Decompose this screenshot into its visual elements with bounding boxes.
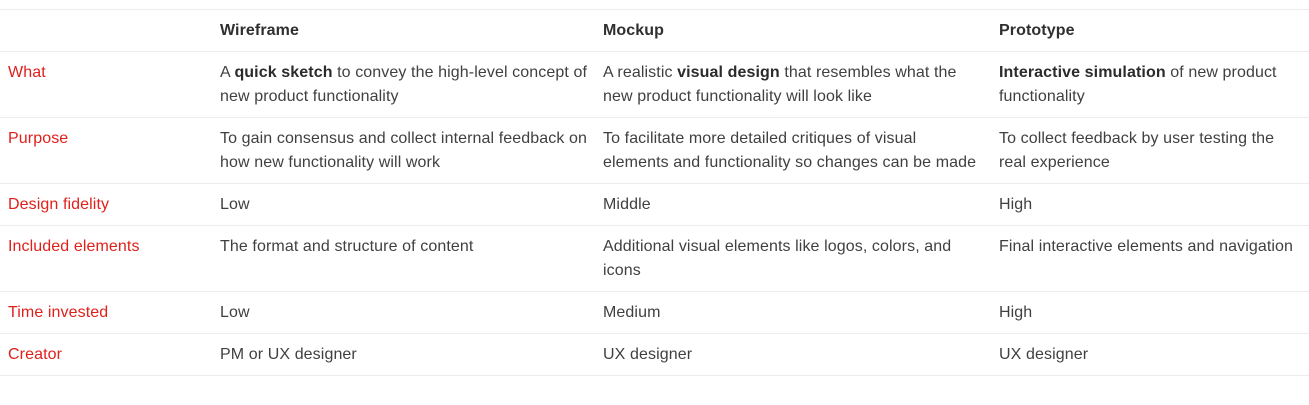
cell-text: Low [220, 196, 250, 213]
row-label: Purpose [8, 130, 69, 147]
cell-text: Middle [603, 196, 651, 213]
cell-text: A realistic [603, 64, 678, 81]
cell-text: To collect feedback by user testing the … [999, 130, 1275, 171]
cell-text: Final interactive elements and navigatio… [999, 238, 1294, 255]
table-row: Time invested Low Medium High [0, 291, 1309, 334]
table-header-row: Wireframe Mockup Prototype [0, 9, 1309, 52]
cell-wireframe: A quick sketch to convey the high-level … [212, 52, 595, 118]
cell-prototype: Interactive simulation of new product fu… [991, 52, 1309, 118]
cell-text: To gain consensus and collect internal f… [220, 130, 588, 171]
cell-wireframe: Low [212, 292, 595, 334]
row-label: Included elements [8, 238, 140, 255]
table-row: Purpose To gain consensus and collect in… [0, 117, 1309, 184]
cell-mockup: Middle [595, 184, 991, 226]
cell-text: High [999, 196, 1033, 213]
cell-bold-text: Interactive simulation [999, 64, 1166, 81]
cell-mockup: A realistic visual design that resembles… [595, 52, 991, 118]
header-prototype: Prototype [999, 22, 1075, 39]
cell-wireframe: PM or UX designer [212, 334, 595, 376]
cell-text: The format and structure of content [220, 238, 474, 255]
row-label: What [8, 64, 46, 81]
table-row: Creator PM or UX designer UX designer UX… [0, 333, 1309, 376]
cell-text: To facilitate more detailed critiques of… [603, 130, 977, 171]
cell-text: UX designer [999, 346, 1089, 363]
cell-mockup: UX designer [595, 334, 991, 376]
cell-bold-text: visual design [677, 64, 780, 81]
cell-text: Low [220, 304, 250, 321]
row-label: Creator [8, 346, 63, 363]
table-row: Design fidelity Low Middle High [0, 183, 1309, 226]
cell-text: High [999, 304, 1033, 321]
cell-text: UX designer [603, 346, 693, 363]
cell-text: PM or UX designer [220, 346, 357, 363]
cell-prototype: Final interactive elements and navigatio… [991, 226, 1309, 292]
cell-text: Additional visual elements like logos, c… [603, 238, 952, 279]
comparison-table: Wireframe Mockup Prototype What A quick … [0, 9, 1309, 376]
cell-text: Medium [603, 304, 661, 321]
cell-prototype: High [991, 184, 1309, 226]
cell-prototype: UX designer [991, 334, 1309, 376]
cell-mockup: Additional visual elements like logos, c… [595, 226, 991, 292]
cell-mockup: Medium [595, 292, 991, 334]
cell-prototype: High [991, 292, 1309, 334]
cell-prototype: To collect feedback by user testing the … [991, 118, 1309, 184]
row-label: Time invested [8, 304, 109, 321]
comparison-page: Wireframe Mockup Prototype What A quick … [0, 0, 1309, 405]
table-row: What A quick sketch to convey the high-l… [0, 51, 1309, 118]
cell-mockup: To facilitate more detailed critiques of… [595, 118, 991, 184]
row-label: Design fidelity [8, 196, 110, 213]
header-mockup: Mockup [603, 22, 665, 39]
cell-wireframe: Low [212, 184, 595, 226]
cell-wireframe: The format and structure of content [212, 226, 595, 292]
cell-bold-text: quick sketch [234, 64, 333, 81]
cell-wireframe: To gain consensus and collect internal f… [212, 118, 595, 184]
table-row: Included elements The format and structu… [0, 225, 1309, 292]
header-empty [0, 10, 212, 52]
header-wireframe: Wireframe [220, 22, 300, 39]
cell-text: A [220, 64, 235, 81]
